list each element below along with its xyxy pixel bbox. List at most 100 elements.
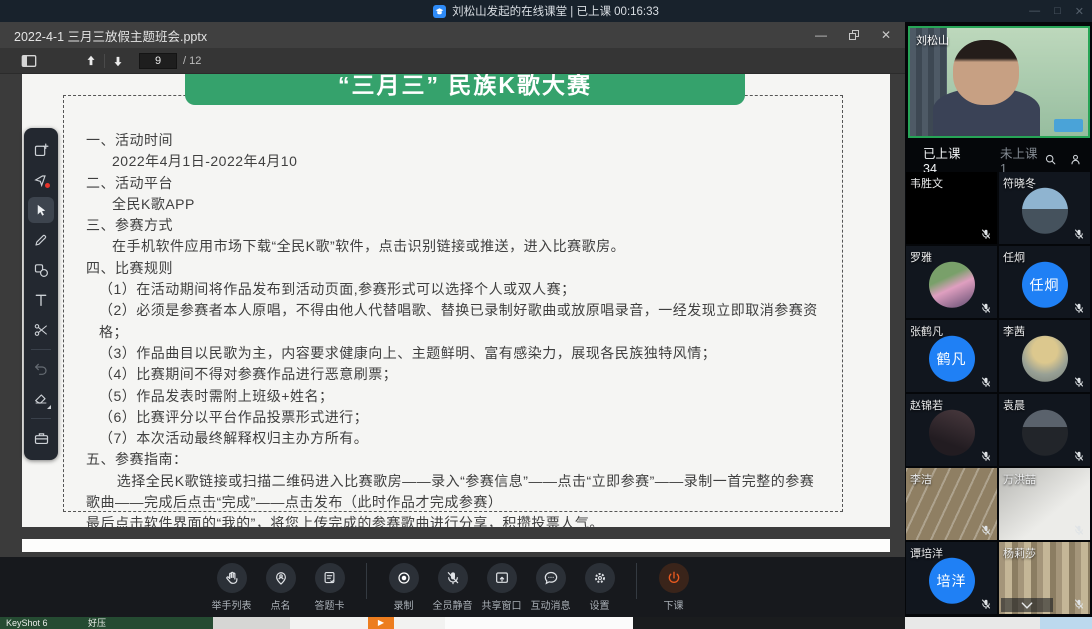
mute-all-button[interactable]: 全员静音 — [428, 563, 477, 612]
scroll-down-button[interactable] — [1001, 598, 1053, 612]
mic-muted-icon — [1073, 524, 1085, 536]
slide-line: （7）本次活动最终解释权归主办方所有。 — [86, 428, 824, 449]
participant-tile[interactable]: 任炯 任炯 — [999, 246, 1090, 318]
app-logo-icon — [433, 5, 446, 18]
classroom-toolbar: 举手列表 点名 答题卡 录制 全员静音 共享窗口 — [0, 557, 905, 617]
participant-grid: 韦胜文 符晓冬 罗雅 任炯 任炯 鹤凡 张鹤凡 — [905, 172, 1092, 617]
tab-attended[interactable]: 已上课34 — [923, 143, 974, 176]
slide-line: 2022年4月1日-2022年4月10 — [86, 151, 824, 172]
online-classroom-window: 刘松山发起的在线课堂 | 已上课 00:16:33 — □ ✕ 2022-4-1… — [0, 0, 1092, 629]
participant-name: 杨莉莎 — [1003, 545, 1036, 561]
page-up-button[interactable] — [80, 52, 102, 70]
slide-canvas[interactable]: “三月三” 民族K歌大赛 一、活动时间 2022年4月1日-2022年4月10 … — [0, 74, 905, 557]
tab-not-attended[interactable]: 未上课1 — [1000, 143, 1044, 176]
avatar — [1022, 336, 1068, 382]
avatar-initials: 鹤凡 — [937, 349, 967, 369]
answer-card-button[interactable]: 答题卡 — [305, 563, 354, 612]
record-button[interactable]: 录制 — [379, 563, 428, 612]
slide-text-box: 一、活动时间 2022年4月1日-2022年4月10 二、活动平台 全民K歌AP… — [63, 95, 843, 512]
close-button[interactable]: ✕ — [1075, 5, 1084, 18]
participant-tile[interactable]: 符晓冬 — [999, 172, 1090, 244]
mic-muted-icon — [980, 450, 992, 462]
roll-call-button[interactable]: 点名 — [256, 563, 305, 612]
minimize-button[interactable]: — — [1029, 5, 1040, 17]
chevron-down-icon — [1020, 601, 1034, 610]
participant-tile[interactable]: 袁晨 — [999, 394, 1090, 466]
participant-tile[interactable]: 李茜 — [999, 320, 1090, 392]
page-down-button[interactable] — [107, 52, 129, 70]
slide-line: 最后点击软件界面的“我的”，将您上传完成的参赛歌曲进行分享，积攒投票人气。 — [86, 513, 824, 527]
mic-muted-icon — [1073, 598, 1085, 610]
share-window-icon — [494, 570, 510, 586]
raise-hand-list-button[interactable]: 举手列表 — [207, 563, 256, 612]
teacher-video-shelf — [1054, 119, 1082, 132]
window-title: 刘松山发起的在线课堂 | 已上课 00:16:33 — [452, 3, 659, 19]
end-class-button[interactable]: 下课 — [649, 563, 698, 612]
mic-muted-icon — [980, 376, 992, 388]
participant-tile[interactable]: 李洁 — [906, 468, 997, 540]
select-tool-button[interactable] — [28, 197, 54, 223]
participant-tile[interactable]: 罗雅 — [906, 246, 997, 318]
participant-tile[interactable]: 赵锦若 — [906, 394, 997, 466]
ppt-close-button[interactable]: ✕ — [881, 28, 891, 42]
settings-button[interactable]: 设置 — [575, 563, 624, 612]
mic-muted-icon — [1073, 302, 1085, 314]
desktop-taskbar-strip: KeyShot 6 好压 ▶ — [0, 617, 1092, 629]
toolbox-button[interactable] — [28, 425, 54, 451]
text-tool-button[interactable] — [28, 287, 54, 313]
participant-name: 李洁 — [910, 471, 932, 487]
toolbar-divider — [636, 563, 637, 599]
keyshot-label: KeyShot 6 — [6, 617, 48, 629]
desktop-segment — [445, 617, 633, 629]
desktop-segment — [1040, 617, 1092, 629]
participant-name: 符晓冬 — [1003, 175, 1036, 191]
participant-tile[interactable]: 韦胜文 — [906, 172, 997, 244]
members-icon[interactable] — [1069, 153, 1082, 166]
laser-pointer-button[interactable] — [28, 167, 54, 193]
power-icon — [666, 570, 682, 586]
ppt-nav-bar: / 12 — [0, 48, 905, 74]
roll-call-pin-icon — [273, 570, 289, 586]
ppt-minimize-button[interactable]: — — [815, 28, 827, 42]
pen-tool-button[interactable] — [28, 227, 54, 253]
chat-messages-button[interactable]: 互动消息 — [526, 563, 575, 612]
teacher-video[interactable]: 刘松山 — [908, 26, 1090, 138]
slide-line: （3）作品曲目以民歌为主，内容要求健康向上、主题鲜明、富有感染力，展现各民族独特… — [86, 343, 824, 364]
avatar — [929, 410, 975, 456]
thumbnail-panel-toggle[interactable] — [18, 52, 40, 70]
hand-icon — [224, 570, 240, 586]
add-board-button[interactable] — [28, 137, 54, 163]
slide-line: （2）必须是参赛者本人原唱，不得由他人代替唱歌、替换已录制好歌曲或放原唱录音，一… — [86, 300, 824, 343]
participant-tile[interactable]: 万洪喆 — [999, 468, 1090, 540]
page-number-input[interactable] — [139, 53, 177, 69]
shapes-tool-button[interactable] — [28, 257, 54, 283]
desktop-segment — [213, 617, 290, 629]
answer-card-icon — [322, 570, 337, 585]
mic-muted-icon — [980, 228, 992, 240]
avatar: 鹤凡 — [929, 336, 975, 382]
search-icon[interactable] — [1044, 153, 1057, 166]
slide-line: 四、比赛规则 — [86, 258, 824, 279]
share-window-button[interactable]: 共享窗口 — [477, 563, 526, 612]
slide-line: 全民K歌APP — [86, 194, 824, 215]
attendance-tabs: 已上课34 未上课1 — [905, 146, 1092, 172]
participant-name: 韦胜文 — [910, 175, 943, 191]
maximize-button[interactable]: □ — [1054, 5, 1061, 17]
avatar: 培洋 — [929, 558, 975, 604]
participant-tile[interactable]: 鹤凡 张鹤凡 — [906, 320, 997, 392]
eraser-tool-button[interactable] — [28, 386, 54, 412]
cut-tool-button[interactable] — [28, 317, 54, 343]
desktop-segment — [905, 617, 1040, 629]
undo-button[interactable] — [28, 356, 54, 382]
toolbar-divider — [366, 563, 367, 599]
next-slide-edge — [22, 539, 890, 552]
desktop-play-icon: ▶ — [368, 617, 394, 629]
slide-line: 二、活动平台 — [86, 173, 824, 194]
participants-sidebar: 刘松山 已上课34 未上课1 韦胜文 符晓冬 罗雅 — [905, 22, 1092, 617]
mic-muted-icon — [980, 524, 992, 536]
slide-line: （5）作品发表时需附上班级+姓名； — [86, 386, 824, 407]
slide-line: 五、参赛指南： — [86, 449, 824, 470]
chat-bubble-icon — [543, 570, 559, 586]
ppt-restore-button[interactable] — [849, 30, 859, 40]
participant-tile[interactable]: 培洋 谭培洋 — [906, 542, 997, 614]
